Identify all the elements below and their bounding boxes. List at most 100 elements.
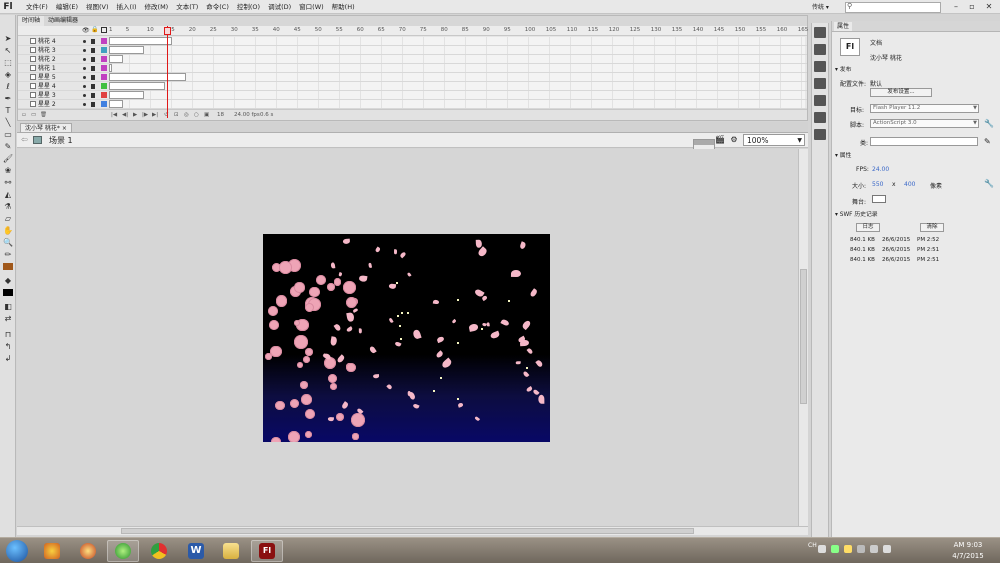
back-arrow-icon[interactable]: ⇦ xyxy=(21,135,28,144)
menu-item[interactable]: 调试(D) xyxy=(264,0,295,14)
delete-layer-icon[interactable]: 🗑 xyxy=(40,112,47,118)
menu-item[interactable]: 文件(F) xyxy=(22,0,52,14)
outline-color-swatch[interactable] xyxy=(101,47,107,53)
swap-colors-icon[interactable]: ⇄ xyxy=(1,313,15,325)
last-frame-icon[interactable]: ▶| xyxy=(152,112,158,118)
properties-section-header[interactable]: 属性 xyxy=(832,152,1000,161)
tab-motion-editor[interactable]: 动画编辑器 xyxy=(44,16,82,26)
frame-cells[interactable] xyxy=(109,100,805,108)
visibility-dot-icon[interactable] xyxy=(83,58,86,61)
free-transform-icon[interactable]: ⬚ xyxy=(1,57,15,69)
eraser-icon[interactable]: ▱ xyxy=(1,213,15,225)
hand-tool-icon[interactable]: ✋ xyxy=(1,225,15,237)
layer-row[interactable]: 星星 2 xyxy=(18,100,807,109)
selection-tool-icon[interactable]: ➤ xyxy=(1,33,15,45)
layer-name[interactable]: 星星 4 xyxy=(38,82,56,91)
onion-skin-icon[interactable]: ◎ xyxy=(184,112,189,118)
frame-cells[interactable] xyxy=(109,64,805,72)
playhead-handle[interactable] xyxy=(164,27,171,35)
menu-item[interactable]: 修改(M) xyxy=(141,0,173,14)
lock-icon[interactable] xyxy=(91,48,95,53)
keyframe-span[interactable] xyxy=(109,37,172,45)
menu-item[interactable]: 文本(T) xyxy=(172,0,202,14)
layer-row[interactable]: 桃花 4 xyxy=(18,37,807,46)
visibility-dot-icon[interactable] xyxy=(83,76,86,79)
outline-all-icon[interactable] xyxy=(101,27,107,33)
frame-cells[interactable] xyxy=(109,91,805,99)
wrench-icon[interactable]: 🔧 xyxy=(984,119,994,128)
taskbar-app-messenger-icon[interactable] xyxy=(72,540,104,562)
clear-button[interactable]: 清除 xyxy=(920,223,944,232)
prev-frame-icon[interactable]: ◀| xyxy=(122,112,128,118)
taskbar-app-flash-icon[interactable]: Fl xyxy=(251,540,283,562)
stage-width[interactable]: 550 xyxy=(872,181,883,188)
keyframe-span[interactable] xyxy=(109,64,112,72)
keyframe-span[interactable] xyxy=(109,100,123,108)
help-icon[interactable] xyxy=(818,545,826,553)
close-button[interactable]: ✕ xyxy=(983,1,995,12)
security-icon[interactable] xyxy=(844,545,852,553)
text-tool-icon[interactable]: T xyxy=(1,105,15,117)
stroke-color-icon[interactable]: ✏ xyxy=(1,249,15,261)
frame-cells[interactable] xyxy=(109,37,805,45)
lock-icon[interactable] xyxy=(91,102,95,107)
layer-row[interactable]: 星星 5 xyxy=(18,73,807,82)
align-icon[interactable] xyxy=(814,61,826,72)
frame-cells[interactable] xyxy=(109,46,805,54)
new-layer-icon[interactable]: ▫ xyxy=(22,112,26,118)
stage-height[interactable]: 400 xyxy=(904,181,915,188)
next-frame-icon[interactable]: |▶ xyxy=(142,112,148,118)
class-input[interactable] xyxy=(870,137,978,146)
battery-icon[interactable] xyxy=(831,545,839,553)
lock-icon[interactable] xyxy=(91,93,95,98)
stage-vertical-scrollbar[interactable] xyxy=(798,149,808,526)
tab-properties[interactable]: 属性 xyxy=(834,22,853,31)
current-frame[interactable]: 18 xyxy=(217,112,224,118)
publish-settings-button[interactable]: 发布设置... xyxy=(870,88,932,97)
taskbar-app-ie-icon[interactable] xyxy=(107,540,139,562)
log-button[interactable]: 日志 xyxy=(856,223,880,232)
menu-item[interactable]: 插入(I) xyxy=(113,0,141,14)
script-select[interactable]: ActionScript 3.0 ▼ xyxy=(870,119,979,128)
layer-name[interactable]: 桃花 4 xyxy=(38,37,56,46)
lock-icon[interactable] xyxy=(91,66,95,71)
outline-color-swatch[interactable] xyxy=(101,74,107,80)
wrench-icon[interactable]: 🔧 xyxy=(984,179,994,188)
keyframe-span[interactable] xyxy=(109,91,144,99)
pencil-tool-icon[interactable]: ✎ xyxy=(1,141,15,153)
edit-symbols-icon[interactable]: ⚙ xyxy=(729,135,739,145)
taskbar-app-explorer-icon[interactable] xyxy=(215,540,247,562)
vertical-scroll-thumb[interactable] xyxy=(800,269,807,404)
color-panel-icon[interactable] xyxy=(814,27,826,38)
panel-grip[interactable] xyxy=(694,140,714,145)
visibility-dot-icon[interactable] xyxy=(83,67,86,70)
transform-icon[interactable] xyxy=(814,95,826,106)
info-icon[interactable] xyxy=(814,78,826,89)
outline-color-swatch[interactable] xyxy=(101,65,107,71)
snap-to-objects-icon[interactable]: ⊓ xyxy=(1,329,15,341)
swf-history-header[interactable]: SWF 历史记录 xyxy=(832,211,1000,220)
flag-icon[interactable] xyxy=(883,545,891,553)
new-folder-icon[interactable]: ▭ xyxy=(31,112,36,118)
zoom-select[interactable]: 100% ▼ xyxy=(743,134,805,146)
horizontal-scroll-thumb[interactable] xyxy=(121,528,694,534)
outline-color-swatch[interactable] xyxy=(101,101,107,107)
layer-row[interactable]: 桃花 1 xyxy=(18,64,807,73)
maximize-button[interactable]: ▫ xyxy=(966,1,978,12)
rectangle-tool-icon[interactable]: ▭ xyxy=(1,129,15,141)
pen-tool-icon[interactable]: ✒ xyxy=(1,93,15,105)
layer-name[interactable]: 桃花 2 xyxy=(38,55,56,64)
visibility-dot-icon[interactable] xyxy=(83,49,86,52)
taskbar-app-players-icon[interactable] xyxy=(36,540,68,562)
menu-item[interactable]: 视图(V) xyxy=(82,0,113,14)
taskbar-app-word-icon[interactable]: W xyxy=(180,540,212,562)
layer-row[interactable]: 桃花 3 xyxy=(18,46,807,55)
menu-item[interactable]: 窗口(W) xyxy=(295,0,328,14)
taskbar-app-chrome-icon[interactable] xyxy=(143,540,175,562)
stroke-color-swatch[interactable] xyxy=(1,263,15,275)
outline-color-swatch[interactable] xyxy=(101,92,107,98)
outline-color-swatch[interactable] xyxy=(101,38,107,44)
menu-item[interactable]: 命令(C) xyxy=(202,0,233,14)
fill-color-swatch[interactable] xyxy=(1,289,15,301)
deco-tool-icon[interactable]: ❀ xyxy=(1,165,15,177)
